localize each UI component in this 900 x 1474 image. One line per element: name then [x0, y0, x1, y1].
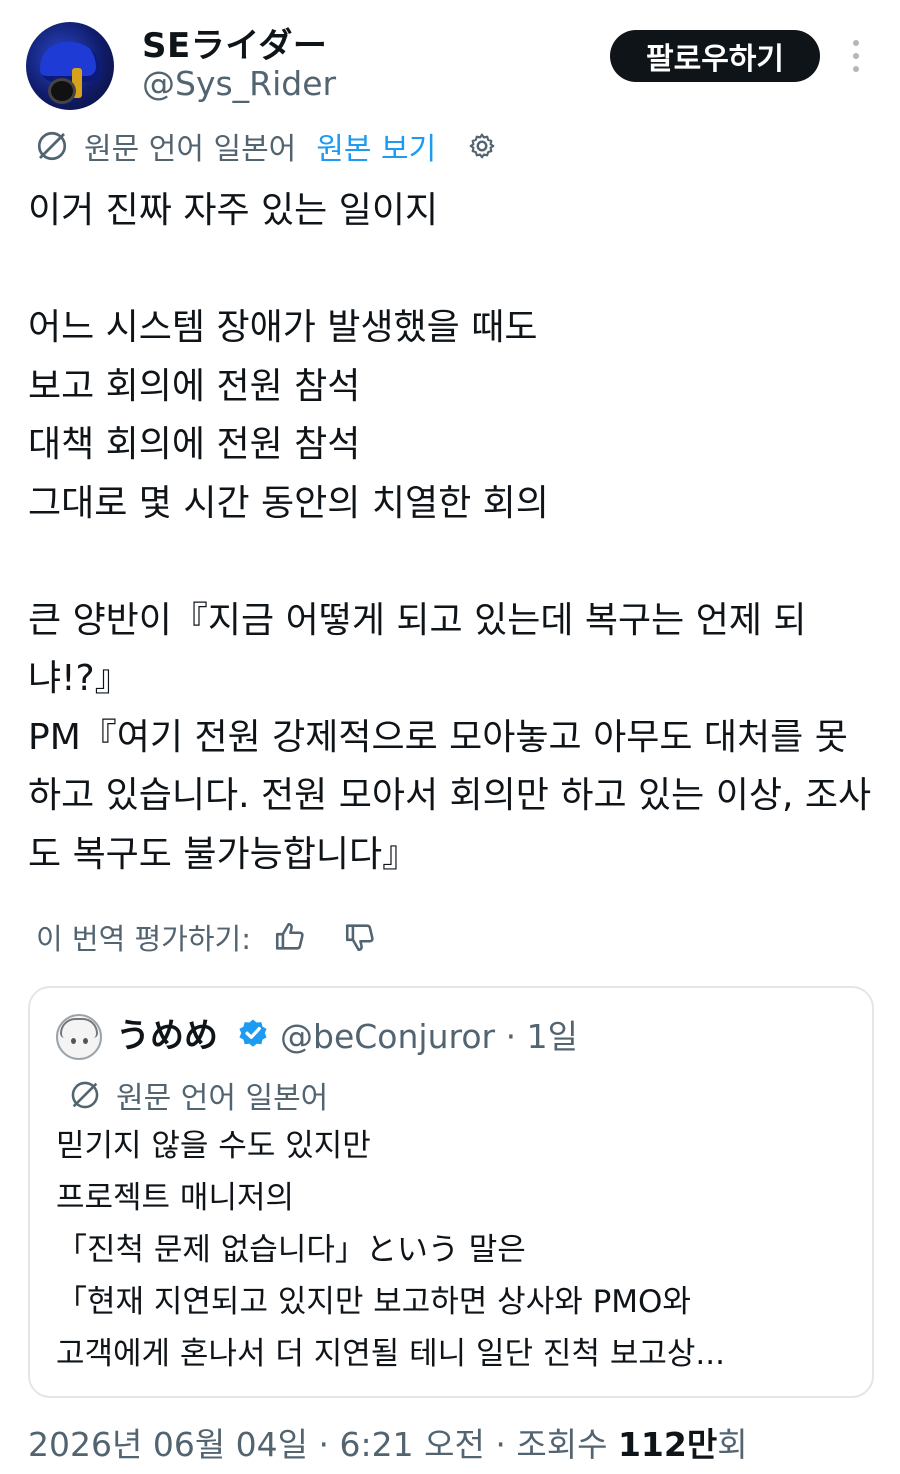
views-suffix: 회 [717, 1425, 748, 1464]
quote-author-handle[interactable]: @beConjuror [280, 1017, 495, 1056]
translate-icon [71, 1081, 99, 1109]
quote-author-avatar[interactable] [56, 1014, 102, 1060]
rate-translation-label: 이 번역 평가하기: [36, 922, 251, 956]
quote-text: 믿기지 않을 수도 있지만 프로젝트 매니저의 「진척 문제 없습니다」という … [56, 1128, 725, 1372]
translation-rating: 이 번역 평가하기: [36, 914, 413, 960]
avatar-eye [83, 1038, 88, 1044]
views-count: 112만 [617, 1425, 718, 1464]
tweet-header: SEライダー @Sys_Rider 팔로우하기 [0, 0, 900, 120]
thumbs-up-icon[interactable] [273, 920, 307, 954]
avatar-eye [71, 1038, 76, 1044]
translation-bar: 원문 언어 일본어 원본 보기 [34, 124, 498, 168]
tweet-time[interactable]: 6:21 오전 [340, 1425, 485, 1464]
verified-badge-icon [239, 1019, 267, 1047]
more-dot [853, 40, 859, 46]
quote-translation-bar: 원문 언어 일본어 [68, 1074, 328, 1116]
gear-icon[interactable] [466, 130, 498, 162]
meta-separator: · [505, 1017, 517, 1056]
more-options-icon[interactable] [848, 40, 864, 72]
more-dot [853, 53, 859, 59]
avatar-motorcycle-wheel [48, 78, 76, 104]
author-display-name[interactable]: SEライダー [142, 18, 327, 67]
quote-time[interactable]: 1일 [527, 1017, 578, 1056]
author-handle[interactable]: @Sys_Rider [142, 64, 336, 103]
avatar-hair [60, 1018, 98, 1038]
author-avatar[interactable] [26, 22, 114, 110]
quote-source-language: 원문 언어 일본어 [116, 1081, 329, 1116]
show-original-link[interactable]: 원본 보기 [316, 124, 436, 168]
more-dot [853, 66, 859, 72]
footer-separator: · [318, 1425, 330, 1464]
avatar-motorcycle-body [40, 42, 102, 82]
thumbs-down-icon[interactable] [343, 920, 377, 954]
source-language-label: 원문 언어 일본어 [84, 132, 297, 167]
quote-author-name[interactable]: うめめ [116, 1008, 218, 1057]
views-label: 조회수 [516, 1425, 608, 1464]
quoted-tweet[interactable]: うめめ @beConjuror · 1일 원문 언어 일본어 믿기지 않을 수도… [28, 986, 874, 1398]
tweet-footer: 2026년 06월 04일 · 6:21 오전 · 조회수 112만회 [28, 1418, 748, 1466]
tweet-date[interactable]: 2026년 06월 04일 [28, 1425, 308, 1464]
tweet-text: 이거 진짜 자주 있는 일이지 어느 시스템 장애가 발생했을 때도 보고 회의… [28, 190, 872, 875]
translate-icon [37, 131, 67, 161]
follow-button[interactable]: 팔로우하기 [610, 30, 820, 82]
quote-meta: @beConjuror · 1일 [280, 1010, 578, 1058]
footer-separator: · [495, 1425, 506, 1464]
